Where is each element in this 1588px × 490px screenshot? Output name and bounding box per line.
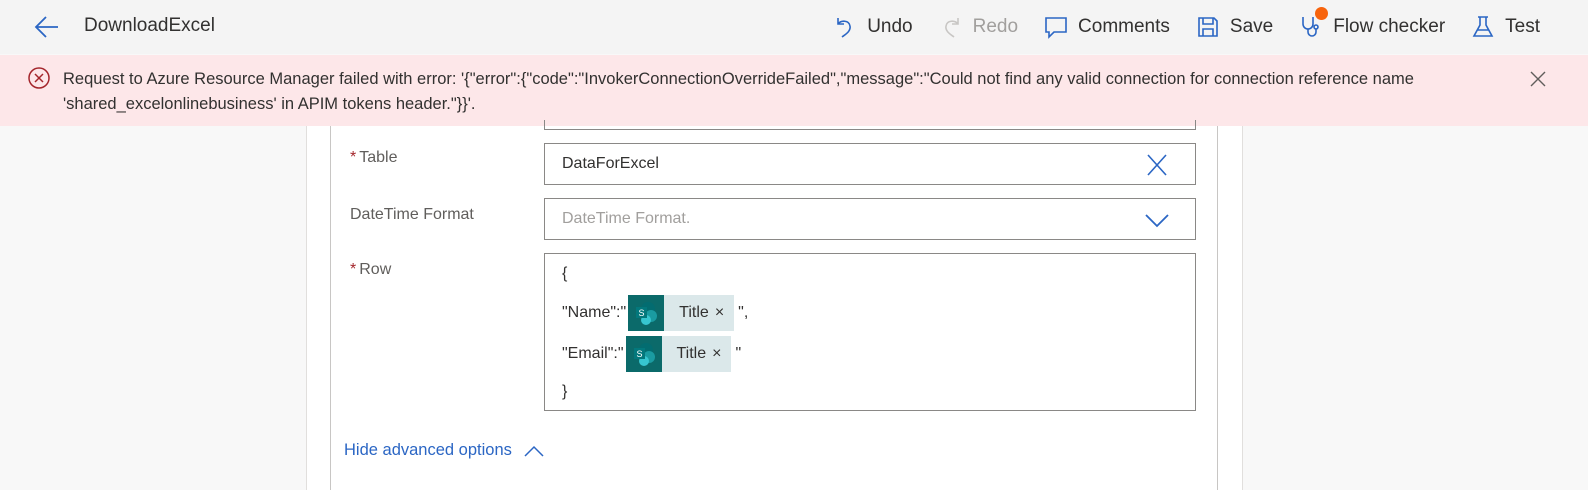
comments-label: Comments — [1078, 16, 1170, 37]
dynamic-content-token[interactable]: S Title × — [628, 295, 735, 331]
top-bar: DownloadExcel Undo Redo Comments Save Fl… — [0, 0, 1588, 54]
sharepoint-icon: S — [628, 295, 665, 331]
open-brace: { — [562, 265, 568, 282]
error-circle-icon — [28, 67, 50, 89]
notification-dot — [1315, 7, 1329, 20]
name-line: "Name":" S Title × ", — [562, 295, 748, 331]
chevron-up-icon — [524, 445, 544, 457]
email-suffix: " — [735, 345, 742, 362]
save-label: Save — [1229, 16, 1274, 37]
hide-advanced-options-link[interactable]: Hide advanced options — [344, 441, 544, 460]
flow-checker-label: Flow checker — [1333, 16, 1446, 37]
table-label-text: Table — [359, 149, 398, 166]
undo-button[interactable]: Undo — [833, 15, 913, 39]
datetime-label: DateTime Format — [350, 206, 474, 223]
remove-token-icon[interactable]: × — [715, 304, 734, 322]
token-label: Title — [676, 345, 707, 362]
undo-label: Undo — [867, 16, 913, 37]
email-key: "Email":" — [562, 345, 624, 362]
table-value: DataForExcel — [562, 155, 659, 172]
clear-icon[interactable] — [1145, 154, 1169, 176]
redo-icon — [944, 18, 959, 38]
row-label: * Row — [350, 261, 391, 279]
remove-token-icon[interactable]: × — [712, 345, 731, 363]
required-marker: * — [350, 149, 357, 166]
sharepoint-icon: S — [625, 336, 662, 372]
save-button[interactable]: Save — [1196, 15, 1273, 39]
name-suffix: ", — [738, 304, 749, 321]
close-brace: } — [562, 383, 568, 400]
flow-title: DownloadExcel — [84, 15, 215, 36]
row-editor[interactable]: { "Name":" S Title × ", "Email":" S Titl… — [544, 253, 1196, 411]
table-input[interactable]: DataForExcel — [544, 143, 1196, 185]
test-label: Test — [1505, 16, 1540, 37]
comments-button[interactable]: Comments — [1044, 15, 1170, 39]
close-icon[interactable] — [1528, 69, 1548, 89]
test-button[interactable]: Test — [1471, 15, 1540, 39]
redo-button[interactable]: Redo — [939, 15, 1018, 39]
token-label: Title — [679, 304, 709, 321]
email-line: "Email":" S Title × " — [562, 336, 741, 372]
dynamic-content-token[interactable]: S Title × — [625, 336, 732, 372]
undo-icon — [837, 18, 852, 38]
row-label-text: Row — [359, 261, 392, 278]
flow-checker-button[interactable]: Flow checker — [1299, 7, 1446, 39]
chevron-down-icon[interactable] — [1145, 209, 1169, 231]
comment-icon — [1045, 17, 1067, 39]
save-icon — [1198, 17, 1218, 37]
advanced-label: Hide advanced options — [344, 441, 512, 459]
previous-field[interactable] — [544, 120, 1196, 130]
svg-text:S: S — [639, 308, 645, 318]
toolbar: Undo Redo Comments Save Flow checker Tes… — [833, 0, 1540, 54]
error-message: Request to Azure Resource Manager failed… — [63, 70, 1414, 113]
datetime-format-dropdown[interactable]: DateTime Format. — [544, 198, 1196, 240]
svg-text:S: S — [636, 349, 642, 359]
name-key: "Name":" — [562, 304, 627, 321]
datetime-placeholder: DateTime Format. — [562, 210, 691, 227]
table-label: * Table — [350, 149, 397, 167]
back-arrow-icon[interactable] — [32, 12, 62, 42]
required-marker: * — [350, 261, 357, 278]
flask-icon — [1472, 16, 1494, 37]
redo-label: Redo — [972, 16, 1019, 37]
error-banner: Request to Azure Resource Manager failed… — [0, 55, 1588, 126]
